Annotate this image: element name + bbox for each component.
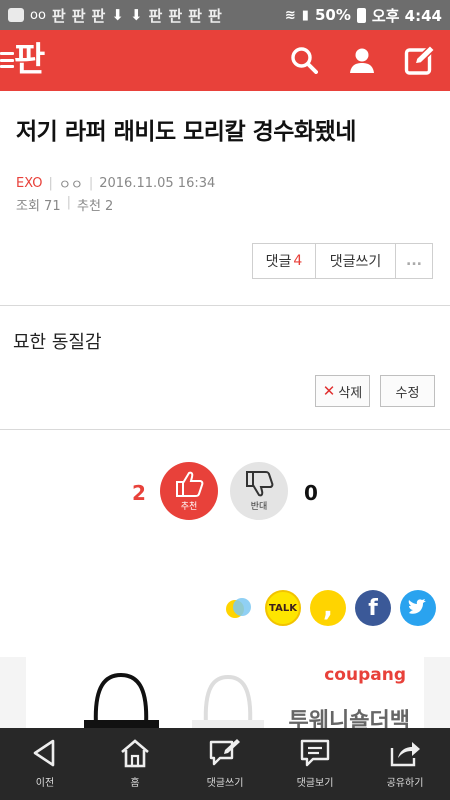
back-icon [33,739,55,767]
nav-share[interactable]: 공유하기 [360,728,450,800]
nav-share-label: 공유하기 [386,778,424,789]
upvote-button[interactable]: 추천 [160,462,218,520]
notification-pan-4: 판 [148,6,163,25]
delete-button[interactable]: ✕ 삭제 [315,375,370,407]
post-stats: 조회 71 | 추천 2 [16,195,113,214]
edit-label: 수정 [395,385,420,401]
write-comment-label: 댓글쓰기 [329,254,382,270]
ad-banner[interactable]: coupang 투웨니숄더백 [0,657,450,729]
divider: | [48,176,53,191]
notification-pan-5: 판 [168,6,183,25]
downvote-label: 반대 [250,502,268,512]
twitter-icon[interactable] [400,590,436,626]
post-body: 묘한 동질감 [13,332,102,353]
kakaotalk-icon[interactable]: TALK [265,590,301,626]
more-button[interactable]: ... [396,244,432,278]
ad-brand: coupang [324,665,406,685]
facebook-icon[interactable]: f [355,590,391,626]
nav-write-comment-label: 댓글쓰기 [206,778,244,789]
status-bar: oo 판 판 판 ⬇ ⬇ 판 판 판 판 ≋ ▮ 50% 오후 4:44 [0,0,450,30]
user-icon [350,48,374,73]
post-category[interactable]: EXO [16,176,43,191]
menu-icon[interactable] [0,52,14,68]
notification-pan-7: 판 [207,6,222,25]
notification-pan-6: 판 [188,6,202,25]
search-button[interactable] [286,40,322,80]
divider [0,305,450,306]
view-comments-icon [300,739,330,767]
more-icon: ... [406,253,422,269]
notification-pan-1: 판 [51,6,66,25]
post-meta: EXO | ㅇㅇ | 2016.11.05 16:34 [16,174,215,193]
view-count: 조회 71 [16,199,61,214]
divider: | [88,176,94,191]
thumbs-up-icon [176,471,204,497]
nav-back[interactable]: 이전 [0,728,90,800]
recommend-count: 추천 2 [77,199,114,214]
download-icon: ⬇ [129,6,143,24]
clock: 오후 4:44 [371,6,442,25]
ad-headline: 투웨니숄더백 [288,709,410,729]
comment-count: 4 [293,253,303,269]
app-header: 판 [0,30,450,91]
post-author: ㅇㅇ [58,178,83,193]
write-icon [404,44,436,75]
downvote-count: 0 [304,481,318,505]
nav-back-label: 이전 [35,778,55,789]
comment-toolbar: 댓글 4 댓글쓰기 ... [252,243,433,279]
downvote-button[interactable]: 반대 [230,462,288,520]
home-icon [121,739,149,768]
profile-button[interactable] [344,40,380,80]
write-post-button[interactable] [402,40,438,80]
comments-label: 댓글 [265,254,292,270]
post-datetime: 2016.11.05 16:34 [99,176,216,191]
battery-percent: 50% [314,6,351,24]
edit-button[interactable]: 수정 [380,375,435,407]
notification-pan-2: 판 [71,6,86,25]
bottom-nav: 이전 홈 댓글쓰기 댓글보기 공유하기 [0,728,450,800]
share-icon [390,742,420,767]
nav-write-comment[interactable]: 댓글쓰기 [180,728,270,800]
nav-view-comments-label: 댓글보기 [296,778,334,789]
message-icon [8,8,24,22]
comma-icon[interactable]: , [310,590,346,626]
delete-label: 삭제 [338,385,363,401]
handbag-image [84,672,264,729]
search-icon [291,47,318,74]
pann-logo[interactable]: 판 [14,38,56,82]
upvote-count: 2 [132,481,146,505]
glasses-icon: oo [30,7,46,23]
delete-icon: ✕ [322,382,336,400]
thumbs-down-icon [246,471,274,497]
nav-home-label: 홈 [130,778,140,789]
write-comment-icon [209,739,240,766]
battery-icon [356,7,366,23]
divider: | [66,195,71,210]
divider [0,429,450,430]
notification-pan-3: 판 [91,6,106,25]
comments-button[interactable]: 댓글 4 [253,244,316,278]
download-icon: ⬇ [111,6,124,24]
upvote-label: 추천 [180,502,198,512]
nav-view-comments[interactable]: 댓글보기 [270,728,360,800]
post-title: 저기 라퍼 래비도 모리칼 경수화됐네 [16,119,356,145]
signal-icon: ▮ [301,7,309,23]
nav-home[interactable]: 홈 [90,728,180,800]
wifi-icon: ≋ [284,7,296,23]
ad-content: coupang 투웨니숄더백 [26,657,424,729]
write-comment-button[interactable]: 댓글쓰기 [316,244,396,278]
kakao-story-icon[interactable] [220,590,256,626]
